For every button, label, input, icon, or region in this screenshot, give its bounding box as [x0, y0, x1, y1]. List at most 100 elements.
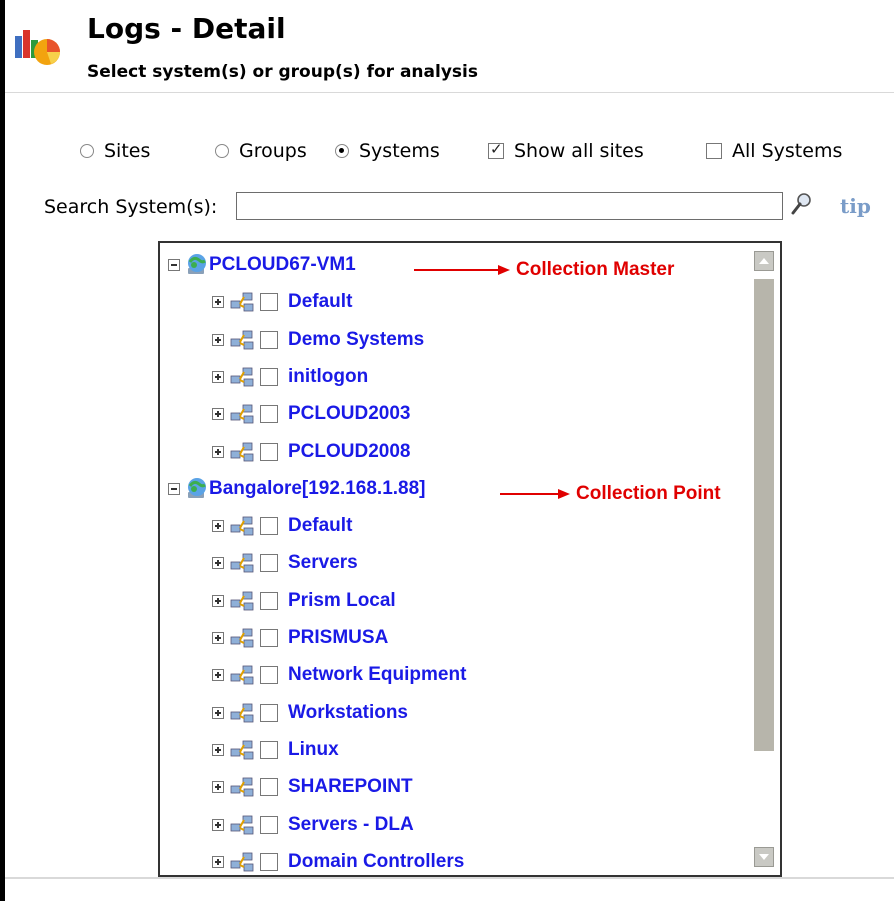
- group-label[interactable]: Linux: [288, 739, 339, 761]
- collapse-toggle-icon[interactable]: [168, 482, 180, 495]
- expand-toggle-icon[interactable]: [212, 632, 224, 644]
- group-network-icon: [230, 851, 256, 873]
- expand-toggle-icon[interactable]: [212, 333, 224, 346]
- group-checkbox[interactable]: [260, 591, 278, 610]
- tree-group-node[interactable]: PCLOUD2008: [212, 438, 411, 466]
- logs-detail-window: Logs - Detail Select system(s) or group(…: [0, 0, 894, 901]
- expand-toggle-icon[interactable]: [212, 855, 224, 868]
- window-left-border: [0, 0, 5, 901]
- group-label[interactable]: Default: [288, 291, 352, 313]
- group-label[interactable]: Workstations: [288, 702, 408, 724]
- scroll-thumb[interactable]: [754, 279, 774, 751]
- tree-group-node[interactable]: PRISMUSA: [212, 624, 388, 652]
- search-label: Search System(s):: [44, 196, 218, 218]
- page-subtitle: Select system(s) or group(s) for analysi…: [87, 62, 478, 82]
- tree-site-node[interactable]: PCLOUD67-VM1: [168, 251, 356, 279]
- group-checkbox[interactable]: [260, 517, 278, 536]
- scroll-down-button[interactable]: [754, 847, 774, 867]
- groups-radio-option[interactable]: Groups: [215, 140, 307, 162]
- group-label[interactable]: Domain Controllers: [288, 851, 464, 873]
- group-checkbox[interactable]: [260, 740, 278, 759]
- group-label[interactable]: Servers: [288, 552, 358, 574]
- expand-toggle-icon[interactable]: [212, 818, 224, 831]
- group-checkbox[interactable]: [260, 330, 278, 349]
- group-label[interactable]: Demo Systems: [288, 329, 424, 351]
- group-network-icon: [230, 814, 256, 836]
- group-label[interactable]: PCLOUD2003: [288, 403, 411, 425]
- group-label[interactable]: initlogon: [288, 366, 368, 388]
- expand-toggle-icon[interactable]: [212, 743, 224, 756]
- tip-link[interactable]: tip: [840, 194, 871, 218]
- tree-group-node[interactable]: Servers - DLA: [212, 811, 414, 839]
- expand-toggle-icon[interactable]: [212, 781, 224, 794]
- group-label[interactable]: Servers - DLA: [288, 814, 414, 836]
- show-all-sites-checkbox[interactable]: [488, 140, 504, 159]
- group-label[interactable]: Prism Local: [288, 590, 396, 612]
- systems-radio-label: Systems: [359, 140, 440, 162]
- annotation-arrow-icon: [414, 264, 510, 276]
- group-label[interactable]: PRISMUSA: [288, 627, 388, 649]
- group-label[interactable]: Default: [288, 515, 352, 537]
- group-checkbox[interactable]: [260, 666, 278, 685]
- group-checkbox[interactable]: [260, 554, 278, 573]
- tree-group-node[interactable]: Linux: [212, 736, 339, 764]
- expand-toggle-icon[interactable]: [212, 669, 224, 682]
- search-input[interactable]: [236, 192, 783, 220]
- all-systems-label: All Systems: [732, 140, 843, 162]
- scroll-up-button[interactable]: [754, 251, 774, 271]
- expand-toggle-icon[interactable]: [212, 706, 224, 719]
- group-checkbox[interactable]: [260, 293, 278, 312]
- search-icon[interactable]: [790, 192, 812, 216]
- tree-group-node[interactable]: Prism Local: [212, 587, 396, 615]
- tree-scrollbar[interactable]: [748, 243, 780, 875]
- page-title: Logs - Detail: [87, 12, 286, 45]
- footer-divider: [5, 877, 894, 879]
- group-checkbox[interactable]: [260, 442, 278, 461]
- all-systems-checkbox[interactable]: [706, 143, 722, 159]
- tree-group-node[interactable]: PCLOUD2003: [212, 400, 411, 428]
- tree-group-node[interactable]: Default: [212, 512, 352, 540]
- group-network-icon: [230, 441, 256, 463]
- group-label[interactable]: PCLOUD2008: [288, 441, 411, 463]
- group-checkbox[interactable]: [260, 367, 278, 386]
- show-all-sites-option[interactable]: Show all sites: [488, 140, 644, 162]
- group-checkbox[interactable]: [260, 778, 278, 797]
- group-network-icon: [230, 291, 256, 313]
- tree-group-node[interactable]: Default: [212, 288, 352, 316]
- expand-toggle-icon[interactable]: [212, 296, 224, 309]
- tree-group-node[interactable]: Network Equipment: [212, 661, 466, 689]
- sites-radio-label: Sites: [104, 140, 151, 162]
- expand-toggle-icon[interactable]: [212, 557, 224, 570]
- group-checkbox[interactable]: [260, 629, 278, 647]
- expand-toggle-icon[interactable]: [212, 594, 224, 607]
- tree-group-node[interactable]: Workstations: [212, 699, 408, 727]
- tree-group-node[interactable]: SHAREPOINT: [212, 773, 413, 801]
- group-checkbox[interactable]: [260, 852, 278, 871]
- all-systems-option[interactable]: All Systems: [706, 140, 842, 162]
- tree-group-node[interactable]: Demo Systems: [212, 326, 424, 354]
- tree-site-node[interactable]: Bangalore[192.168.1.88]: [168, 475, 426, 503]
- annotation-arrow-icon: [500, 488, 570, 500]
- show-all-sites-label: Show all sites: [514, 140, 644, 162]
- site-label[interactable]: Bangalore[192.168.1.88]: [209, 478, 426, 500]
- site-label[interactable]: PCLOUD67-VM1: [209, 254, 356, 276]
- group-label[interactable]: SHAREPOINT: [288, 776, 413, 798]
- group-checkbox[interactable]: [260, 815, 278, 834]
- page-header: Logs - Detail Select system(s) or group(…: [5, 0, 894, 93]
- sites-radio-option[interactable]: Sites: [80, 140, 150, 162]
- sites-radio[interactable]: [80, 144, 94, 158]
- expand-toggle-icon[interactable]: [212, 370, 224, 383]
- collapse-toggle-icon[interactable]: [168, 259, 180, 271]
- expand-toggle-icon[interactable]: [212, 445, 224, 458]
- expand-toggle-icon[interactable]: [212, 408, 224, 421]
- group-checkbox[interactable]: [260, 703, 278, 722]
- group-checkbox[interactable]: [260, 405, 278, 424]
- tree-group-node[interactable]: Domain Controllers: [212, 848, 464, 875]
- tree-group-node[interactable]: Servers: [212, 549, 358, 577]
- systems-radio-option[interactable]: Systems: [335, 140, 440, 162]
- group-label[interactable]: Network Equipment: [288, 664, 466, 686]
- tree-group-node[interactable]: initlogon: [212, 363, 368, 391]
- systems-radio[interactable]: [335, 144, 349, 158]
- expand-toggle-icon[interactable]: [212, 520, 224, 533]
- groups-radio[interactable]: [215, 144, 229, 158]
